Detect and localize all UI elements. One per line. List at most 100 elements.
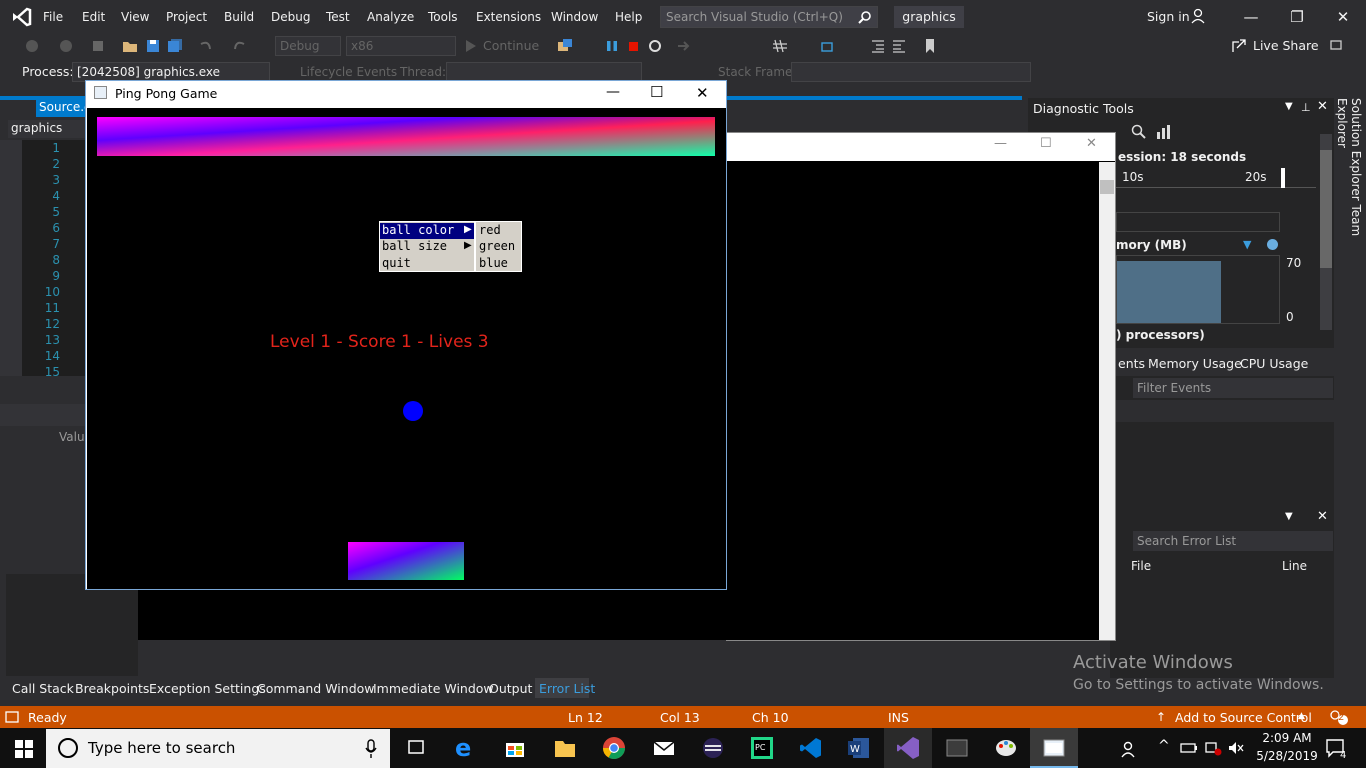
menu-item-quit[interactable]: quit [382, 256, 411, 270]
chart-settings-icon[interactable] [1156, 124, 1172, 140]
battery-icon[interactable] [1180, 741, 1198, 755]
search-error-list-input[interactable]: Search Error List [1133, 531, 1333, 551]
continue-icon[interactable] [465, 39, 477, 53]
close-icon[interactable]: ✕ [1331, 6, 1355, 28]
thread-icon[interactable] [818, 38, 834, 54]
search-icon[interactable] [858, 10, 872, 24]
tab-immediate-window[interactable]: Immediate Window [373, 681, 494, 696]
clock-time[interactable]: 2:09 AM [1257, 731, 1317, 745]
clock-date[interactable]: 5/28/2019 [1252, 749, 1322, 763]
open-folder-icon[interactable] [122, 38, 138, 54]
windows-start-icon[interactable] [15, 740, 33, 758]
lifecycle-events-button[interactable]: Lifecycle Events [300, 65, 397, 79]
tab-memory-usage[interactable]: Memory Usage [1148, 356, 1242, 371]
filter-events-input[interactable]: Filter Events [1133, 378, 1333, 398]
outdent-icon[interactable] [870, 38, 886, 54]
console-taskbar-icon[interactable] [945, 736, 969, 760]
tab-cpu-usage[interactable]: CPU Usage [1240, 356, 1308, 371]
volume-muted-icon[interactable] [1227, 740, 1245, 756]
stop-debugging-icon[interactable] [625, 38, 641, 54]
undo-icon[interactable] [197, 38, 213, 54]
game-close-icon[interactable]: ✕ [696, 84, 709, 102]
restore-icon[interactable]: ❐ [1285, 6, 1309, 28]
submenu-item-red[interactable]: red [479, 223, 501, 237]
mail-icon[interactable] [652, 736, 676, 760]
submenu-item-blue[interactable]: blue [479, 256, 508, 270]
menu-project[interactable]: Project [166, 10, 207, 24]
paint-icon[interactable] [994, 736, 1018, 760]
submenu-item-green[interactable]: green [479, 239, 515, 253]
menu-item-ball-size[interactable]: ball size [382, 239, 447, 253]
vscode-icon[interactable] [799, 736, 823, 760]
console-scrollbar[interactable] [1099, 162, 1115, 640]
chrome-icon[interactable] [602, 736, 626, 760]
add-to-source-control-button[interactable]: Add to Source Control [1175, 710, 1312, 725]
menu-analyze[interactable]: Analyze [367, 10, 414, 24]
visual-studio-taskbar-icon[interactable] [896, 736, 920, 760]
console-minimize-icon[interactable]: — [994, 136, 1007, 151]
show-hidden-icons[interactable]: ^ [1158, 738, 1170, 754]
menu-file[interactable]: File [43, 10, 63, 24]
restart-icon[interactable] [647, 38, 663, 54]
diag-scrollbar-thumb[interactable] [1320, 150, 1332, 268]
error-pane-options-icon[interactable]: ▼ [1285, 511, 1293, 522]
tab-source-cpp[interactable]: Source.cpp [36, 98, 106, 117]
error-col-line[interactable]: Line [1282, 559, 1307, 573]
tab-call-stack[interactable]: Call Stack [12, 681, 74, 696]
pane-options-icon[interactable]: ▼ [1285, 101, 1293, 112]
tab-output[interactable]: Output [489, 681, 532, 696]
menu-window[interactable]: Window [551, 10, 598, 24]
save-icon[interactable] [145, 38, 161, 54]
tab-error-list[interactable]: Error List [539, 681, 595, 696]
show-next-statement-icon[interactable] [676, 38, 692, 54]
pycharm-icon[interactable]: PC [750, 736, 774, 760]
forward-icon[interactable] [58, 38, 74, 54]
game-minimize-icon[interactable]: — [606, 84, 620, 100]
menu-item-ball-color[interactable]: ball color [382, 223, 454, 237]
side-tab-solution-explorer[interactable]: Solution Explorer Team Explorer [1335, 98, 1363, 278]
quick-launch-search-input[interactable]: Search Visual Studio (Ctrl+Q) [660, 6, 878, 28]
save-all-icon[interactable] [167, 38, 183, 54]
console-maximize-icon[interactable]: ☐ [1040, 136, 1052, 151]
break-all-icon[interactable] [604, 38, 620, 54]
console-window[interactable] [726, 132, 1116, 641]
process-dropdown[interactable]: [2042508] graphics.exe [72, 62, 270, 82]
word-icon[interactable]: W [847, 736, 871, 760]
console-scrollbar-thumb[interactable] [1100, 180, 1114, 194]
paddle[interactable] [348, 542, 464, 580]
redo-icon[interactable] [232, 38, 248, 54]
process-icon[interactable] [557, 38, 573, 54]
network-icon[interactable] [1204, 740, 1222, 756]
live-share-button[interactable]: Live Share [1253, 38, 1319, 53]
configuration-dropdown[interactable]: Debug [275, 36, 341, 56]
pin-icon[interactable]: ⊥ [1301, 101, 1311, 114]
eclipse-icon[interactable] [701, 736, 725, 760]
tab-breakpoints[interactable]: Breakpoints [75, 681, 149, 696]
menu-build[interactable]: Build [224, 10, 254, 24]
menu-extensions[interactable]: Extensions [476, 10, 541, 24]
new-project-icon[interactable] [90, 38, 106, 54]
taskbar-search-input[interactable]: Type here to search [46, 729, 390, 768]
menu-help[interactable]: Help [615, 10, 642, 24]
menu-tools[interactable]: Tools [428, 10, 458, 24]
tab-command-window[interactable]: Command Window [257, 681, 375, 696]
console-title-bar[interactable] [727, 133, 1115, 161]
bookmark-icon[interactable] [922, 38, 938, 54]
tab-events[interactable]: ents [1118, 356, 1145, 371]
game-maximize-icon[interactable]: ☐ [650, 83, 663, 101]
close-pane-icon[interactable]: ✕ [1317, 99, 1328, 114]
error-col-file[interactable]: File [1131, 559, 1151, 573]
timeline-ruler[interactable] [1116, 168, 1316, 188]
menu-debug[interactable]: Debug [271, 10, 310, 24]
feedback-icon[interactable] [1329, 38, 1345, 54]
stack-frame-dropdown[interactable] [791, 62, 1031, 82]
store-icon[interactable] [503, 736, 527, 760]
hex-display-icon[interactable] [772, 38, 788, 54]
console-close-icon[interactable]: ✕ [1086, 136, 1097, 151]
file-explorer-icon[interactable] [553, 736, 577, 760]
zoom-in-icon[interactable] [1131, 124, 1147, 140]
game-window-taskbar-icon[interactable] [1042, 736, 1066, 760]
task-view-icon[interactable] [405, 736, 429, 760]
menu-view[interactable]: View [121, 10, 149, 24]
tab-exception-settings[interactable]: Exception Settings [149, 681, 266, 696]
